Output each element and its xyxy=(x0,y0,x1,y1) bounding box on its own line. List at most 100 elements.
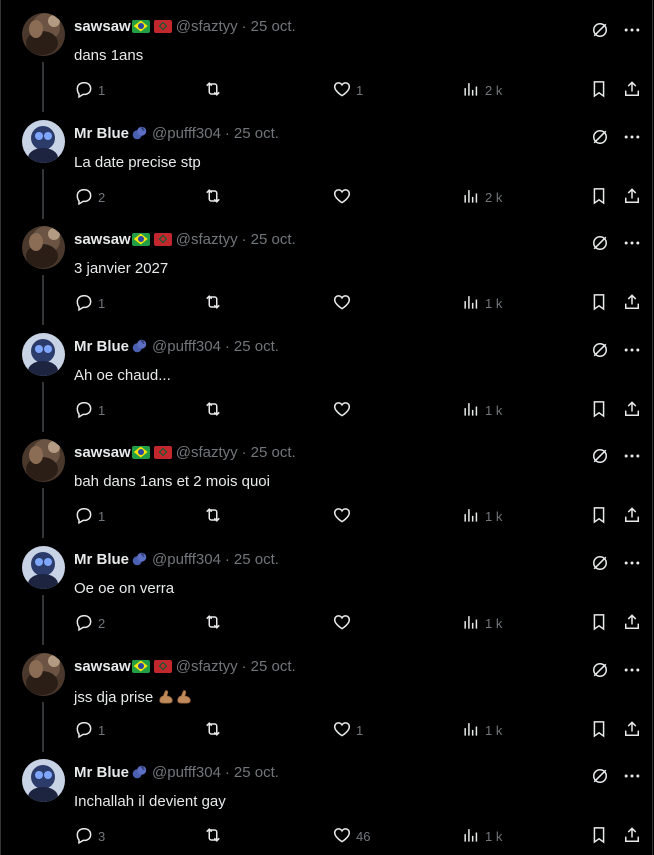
tweet-date[interactable]: 25 oct. xyxy=(251,444,296,461)
like-button[interactable] xyxy=(332,293,356,313)
reply-button[interactable]: 1 xyxy=(74,720,105,740)
views-button[interactable]: 1 k xyxy=(461,506,502,526)
retweet-button[interactable] xyxy=(203,80,223,100)
avatar[interactable] xyxy=(22,546,65,589)
more-dots-icon[interactable] xyxy=(622,20,642,45)
tweet-date[interactable]: 25 oct. xyxy=(234,338,279,355)
tweet-item[interactable]: sawsaw @sfaztyy · 25 oct. 3 janvier 2027 1 1 k xyxy=(0,213,654,325)
tweet-date[interactable]: 25 oct. xyxy=(234,764,279,781)
reply-button[interactable]: 2 xyxy=(74,613,105,633)
more-dots-icon[interactable] xyxy=(622,660,642,685)
reply-button[interactable]: 2 xyxy=(74,187,105,207)
views-button[interactable]: 1 k xyxy=(461,613,502,633)
views-button[interactable]: 1 k xyxy=(461,293,502,313)
tweet-date[interactable]: 25 oct. xyxy=(234,551,279,568)
views-button[interactable]: 1 k xyxy=(461,400,502,420)
avatar[interactable] xyxy=(22,333,65,376)
share-button[interactable] xyxy=(622,187,642,207)
slashed-circle-icon[interactable] xyxy=(590,340,610,365)
bookmark-button[interactable] xyxy=(589,826,609,846)
slashed-circle-icon[interactable] xyxy=(590,233,610,258)
share-button[interactable] xyxy=(622,506,642,526)
display-name[interactable]: sawsaw xyxy=(74,444,131,461)
share-button[interactable] xyxy=(622,826,642,846)
display-name[interactable]: sawsaw xyxy=(74,658,131,675)
reply-button[interactable]: 1 xyxy=(74,293,105,313)
tweet-item[interactable]: sawsaw @sfaztyy · 25 oct. dans 1ans 1 1 2 k xyxy=(0,0,654,112)
retweet-button[interactable] xyxy=(203,506,223,526)
avatar[interactable] xyxy=(22,120,65,163)
like-button[interactable] xyxy=(332,400,356,420)
slashed-circle-icon[interactable] xyxy=(590,660,610,685)
tweet-date[interactable]: 25 oct. xyxy=(234,125,279,142)
reply-button[interactable]: 1 xyxy=(74,80,105,100)
like-button[interactable]: 46 xyxy=(332,826,370,846)
user-handle[interactable]: @pufff304 xyxy=(152,125,221,142)
retweet-button[interactable] xyxy=(203,400,223,420)
slashed-circle-icon[interactable] xyxy=(590,127,610,152)
bookmark-button[interactable] xyxy=(589,613,609,633)
share-button[interactable] xyxy=(622,293,642,313)
tweet-item[interactable]: sawsaw @sfaztyy · 25 oct. jss dja prise 1 1 1 … xyxy=(0,640,654,752)
tweet-item[interactable]: Mr Blue @pufff304 · 25 oct. Inchallah il dev… xyxy=(0,746,654,853)
bookmark-button[interactable] xyxy=(589,187,609,207)
like-button[interactable] xyxy=(332,187,356,207)
tweet-date[interactable]: 25 oct. xyxy=(251,231,296,248)
like-button[interactable] xyxy=(332,506,356,526)
retweet-button[interactable] xyxy=(203,826,223,846)
user-handle[interactable]: @pufff304 xyxy=(152,764,221,781)
retweet-button[interactable] xyxy=(203,613,223,633)
bookmark-button[interactable] xyxy=(589,80,609,100)
slashed-circle-icon[interactable] xyxy=(590,446,610,471)
avatar[interactable] xyxy=(22,653,65,696)
retweet-button[interactable] xyxy=(203,187,223,207)
tweet-item[interactable]: Mr Blue @pufff304 · 25 oct. La date precise … xyxy=(0,107,654,219)
reply-button[interactable]: 1 xyxy=(74,506,105,526)
bookmark-button[interactable] xyxy=(589,293,609,313)
more-dots-icon[interactable] xyxy=(622,766,642,791)
more-dots-icon[interactable] xyxy=(622,233,642,258)
display-name[interactable]: Mr Blue xyxy=(74,338,129,355)
tweet-item[interactable]: Mr Blue @pufff304 · 25 oct. Oe oe on verra 2 1… xyxy=(0,533,654,645)
avatar[interactable] xyxy=(22,13,65,56)
more-dots-icon[interactable] xyxy=(622,446,642,471)
slashed-circle-icon[interactable] xyxy=(590,20,610,45)
user-handle[interactable]: @pufff304 xyxy=(152,551,221,568)
avatar[interactable] xyxy=(22,439,65,482)
reply-button[interactable]: 1 xyxy=(74,400,105,420)
tweet-item[interactable]: sawsaw @sfaztyy · 25 oct. bah dans 1ans et 2… xyxy=(0,426,654,538)
display-name[interactable]: sawsaw xyxy=(74,231,131,248)
bookmark-button[interactable] xyxy=(589,400,609,420)
user-handle[interactable]: @sfaztyy xyxy=(176,231,238,248)
slashed-circle-icon[interactable] xyxy=(590,553,610,578)
like-button[interactable]: 1 xyxy=(332,720,363,740)
views-button[interactable]: 1 k xyxy=(461,826,502,846)
tweet-date[interactable]: 25 oct. xyxy=(251,18,296,35)
more-dots-icon[interactable] xyxy=(622,127,642,152)
bookmark-button[interactable] xyxy=(589,506,609,526)
tweet-item[interactable]: Mr Blue @pufff304 · 25 oct. Ah oe chaud... 1 1… xyxy=(0,320,654,432)
views-button[interactable]: 2 k xyxy=(461,80,502,100)
display-name[interactable]: Mr Blue xyxy=(74,125,129,142)
display-name[interactable]: sawsaw xyxy=(74,18,131,35)
reply-button[interactable]: 3 xyxy=(74,826,105,846)
slashed-circle-icon[interactable] xyxy=(590,766,610,791)
share-button[interactable] xyxy=(622,613,642,633)
user-handle[interactable]: @pufff304 xyxy=(152,338,221,355)
share-button[interactable] xyxy=(622,720,642,740)
tweet-date[interactable]: 25 oct. xyxy=(251,658,296,675)
views-button[interactable]: 1 k xyxy=(461,720,502,740)
like-button[interactable]: 1 xyxy=(332,80,363,100)
like-button[interactable] xyxy=(332,613,356,633)
share-button[interactable] xyxy=(622,400,642,420)
user-handle[interactable]: @sfaztyy xyxy=(176,18,238,35)
share-button[interactable] xyxy=(622,80,642,100)
display-name[interactable]: Mr Blue xyxy=(74,764,129,781)
retweet-button[interactable] xyxy=(203,293,223,313)
user-handle[interactable]: @sfaztyy xyxy=(176,444,238,461)
more-dots-icon[interactable] xyxy=(622,340,642,365)
user-handle[interactable]: @sfaztyy xyxy=(176,658,238,675)
display-name[interactable]: Mr Blue xyxy=(74,551,129,568)
views-button[interactable]: 2 k xyxy=(461,187,502,207)
avatar[interactable] xyxy=(22,759,65,802)
